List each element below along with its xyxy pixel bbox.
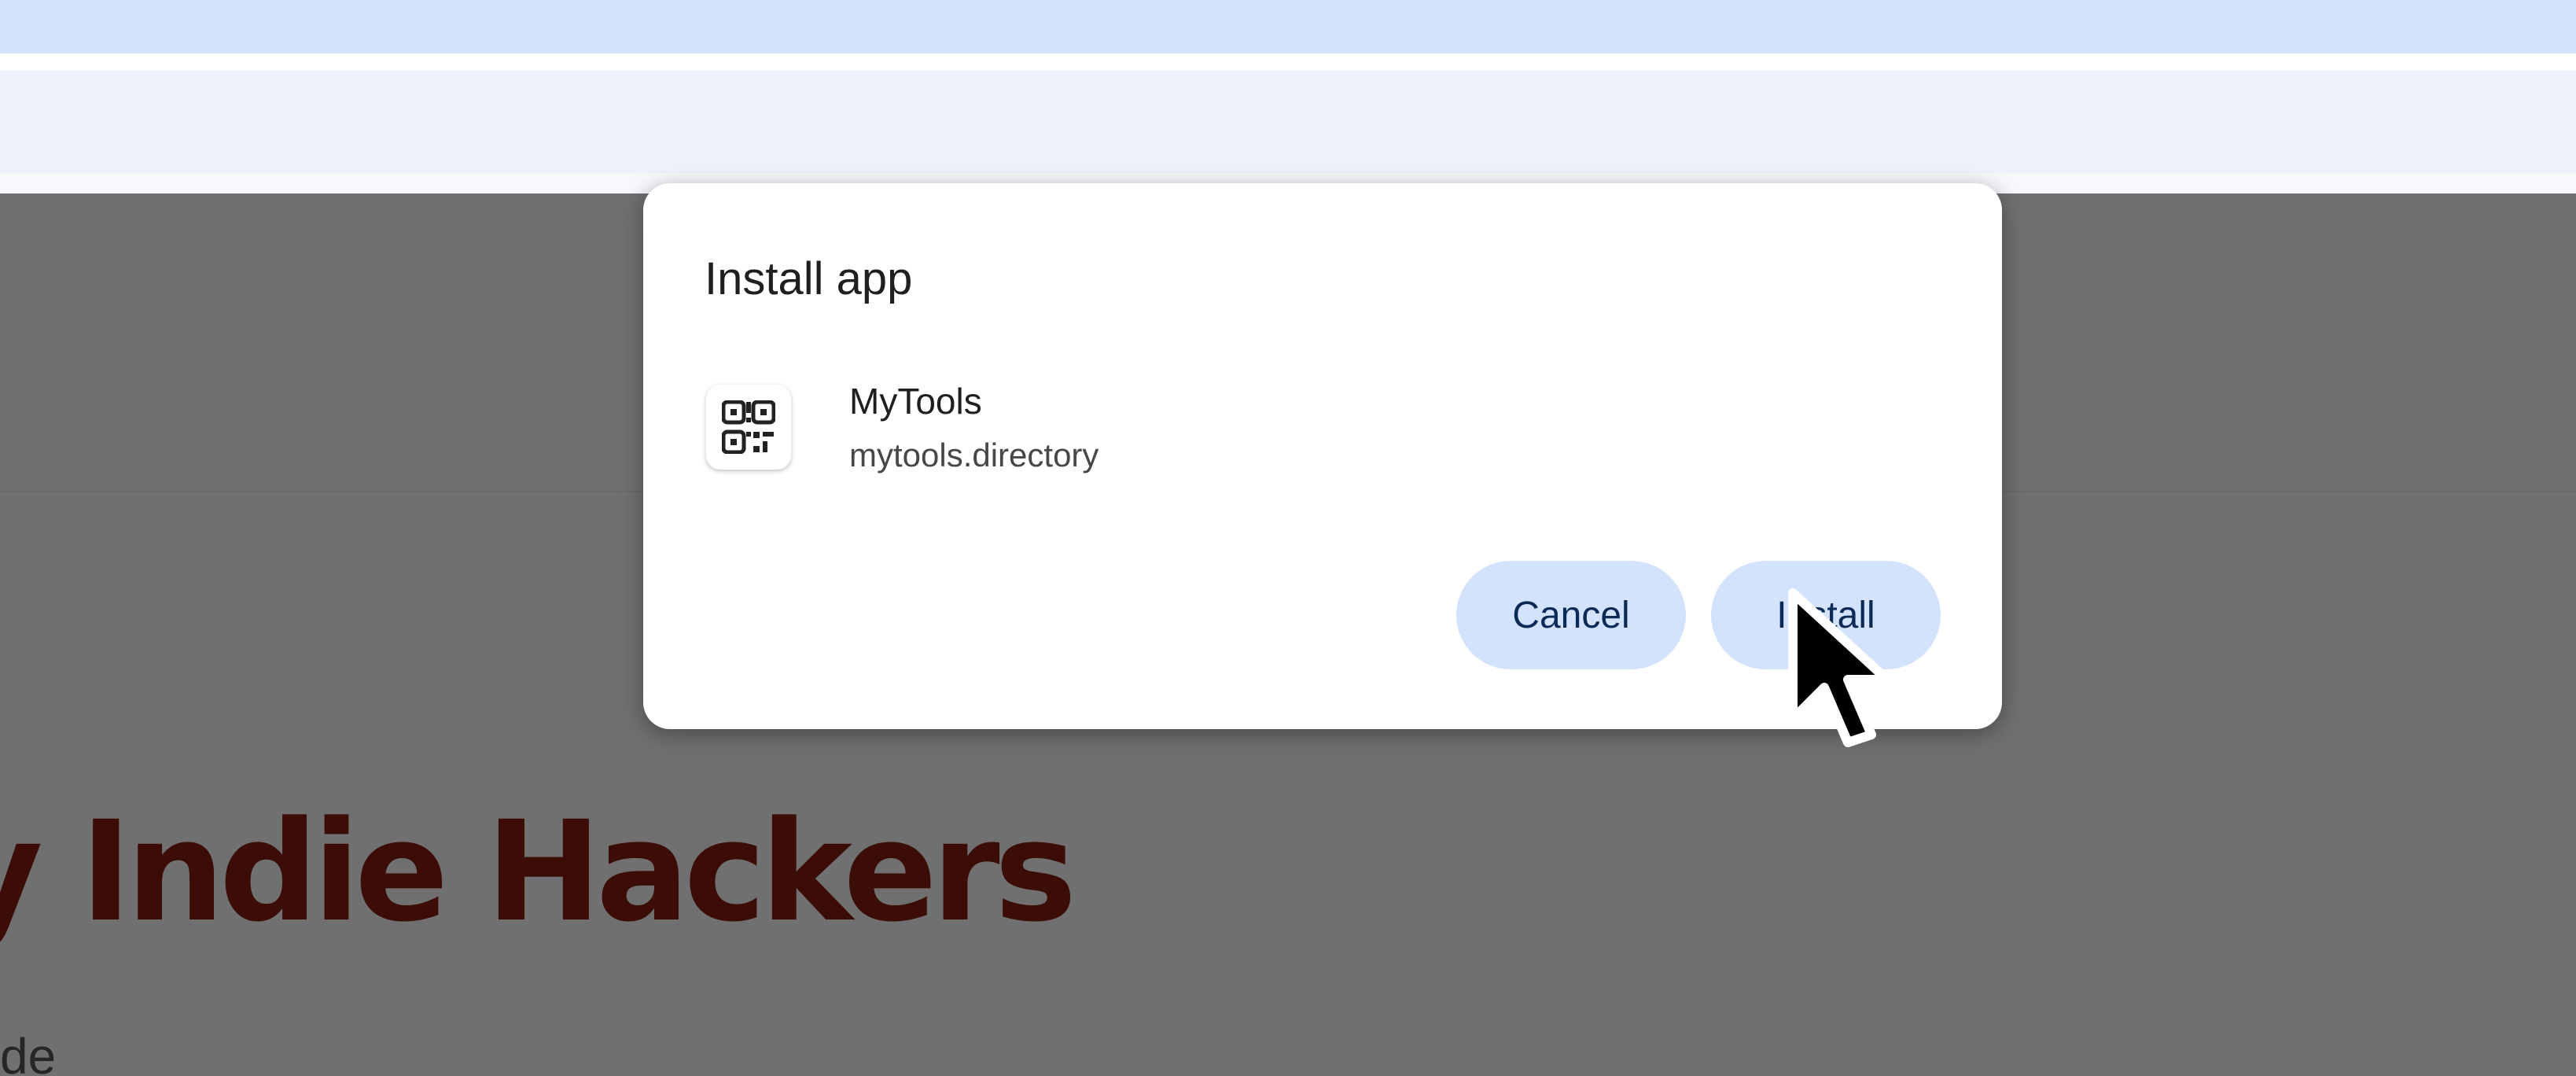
browser-toolbar — [0, 71, 2576, 173]
app-origin: mytools.directory — [849, 437, 1099, 474]
page-hero-title: y Indie Hackers — [0, 791, 1076, 953]
qr-code-icon — [706, 385, 791, 470]
mouse-pointer-icon — [1788, 588, 1892, 747]
dialog-title: Install app — [705, 253, 913, 304]
browser-tab-strip — [0, 0, 2576, 53]
cancel-button[interactable]: Cancel — [1456, 561, 1686, 669]
page-hero-subtitle: de — [0, 1028, 57, 1076]
app-name: MyTools — [849, 381, 982, 422]
browser-tab-gap — [0, 53, 2576, 71]
